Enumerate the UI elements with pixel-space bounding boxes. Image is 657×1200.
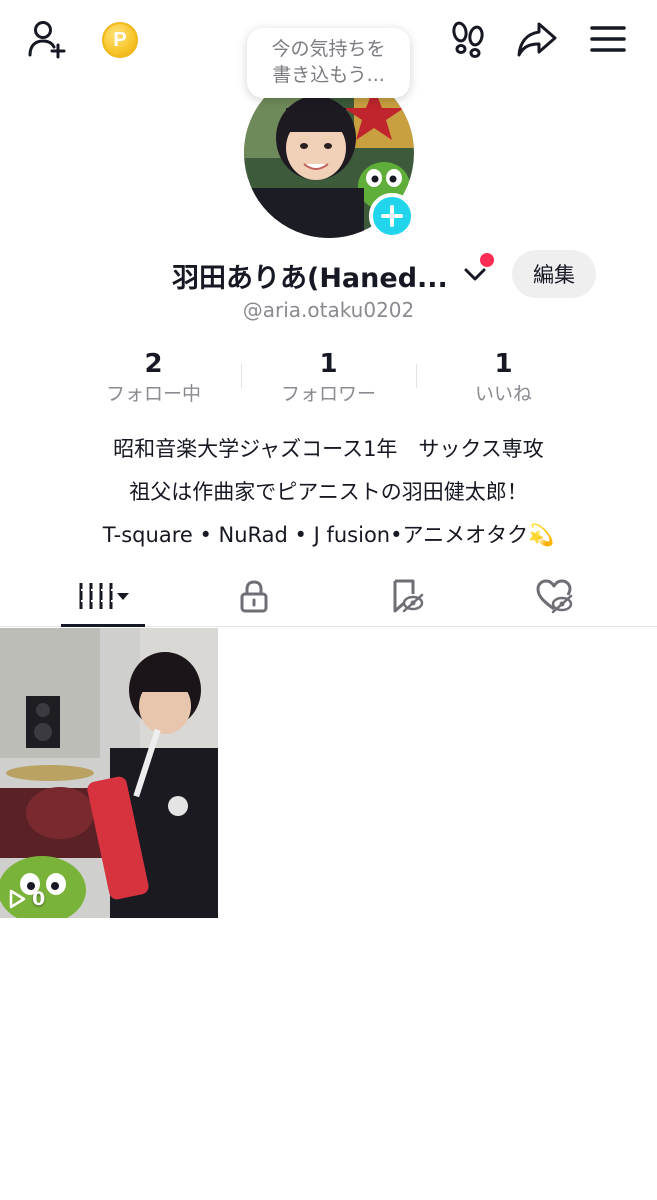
followers-label: フォロワー [280, 383, 376, 405]
bio-line: 昭和音楽大学ジャズコース1年 サックス専攻 [113, 437, 544, 461]
bio-line: 祖父は作曲家でピアニストの羽田健太郎！ [129, 480, 528, 504]
view-count-value: 0 [32, 888, 46, 910]
bio: 昭和音楽大学ジャズコース1年 サックス専攻 祖父は作曲家でピアニストの羽田健太郎… [0, 428, 657, 557]
add-avatar-button[interactable] [369, 193, 415, 239]
tab-videos[interactable] [61, 565, 145, 626]
tab-liked[interactable] [512, 565, 596, 626]
followers-count: 1 [319, 349, 338, 379]
tab-favorites[interactable] [364, 565, 448, 626]
bio-line: T-square • NuRad • J fusion•アニメオタク💫 [102, 523, 555, 547]
notification-dot [480, 253, 494, 267]
video-thumbnail-image [0, 628, 218, 918]
view-count: 0 [8, 888, 45, 910]
username-handle: @aria.otaku0202 [242, 298, 415, 322]
lock-icon [240, 579, 268, 612]
share-icon[interactable] [514, 16, 560, 62]
likes-stat[interactable]: 1 いいね [416, 348, 591, 408]
name-row: 羽田ありあ(Haned... 編集 [0, 250, 657, 298]
following-label: フォロー中 [105, 383, 201, 405]
coin-icon[interactable]: P [102, 22, 138, 58]
bookmark-hidden-icon [393, 579, 424, 612]
edit-profile-button[interactable]: 編集 [512, 250, 596, 298]
active-tab-indicator [61, 624, 145, 627]
likes-label: いいね [474, 383, 532, 405]
play-icon [9, 889, 26, 909]
grid-icon [79, 582, 129, 609]
following-stat[interactable]: 2 フォロー中 [66, 348, 241, 408]
add-friend-icon[interactable] [24, 16, 70, 62]
status-bubble[interactable]: 今の気持ちを 書き込もう... [247, 28, 410, 98]
stats-row: 2 フォロー中 1 フォロワー 1 いいね [66, 348, 591, 410]
display-name: 羽田ありあ(Haned... [172, 263, 448, 294]
status-bubble-line: 今の気持ちを [271, 38, 386, 60]
likes-count: 1 [494, 349, 513, 379]
tab-private[interactable] [212, 565, 296, 626]
coin-letter: P [113, 28, 127, 51]
plus-icon [381, 205, 403, 227]
status-bubble-line: 書き込もう... [272, 64, 385, 86]
tab-dropdown-arrow-icon [117, 592, 129, 600]
menu-icon[interactable] [585, 16, 631, 62]
content-tabs [0, 565, 657, 627]
heart-hidden-icon [536, 579, 573, 613]
footprints-icon[interactable] [445, 16, 491, 62]
followers-stat[interactable]: 1 フォロワー [241, 348, 416, 408]
following-count: 2 [144, 349, 163, 379]
video-thumbnail[interactable]: 0 [0, 628, 218, 918]
